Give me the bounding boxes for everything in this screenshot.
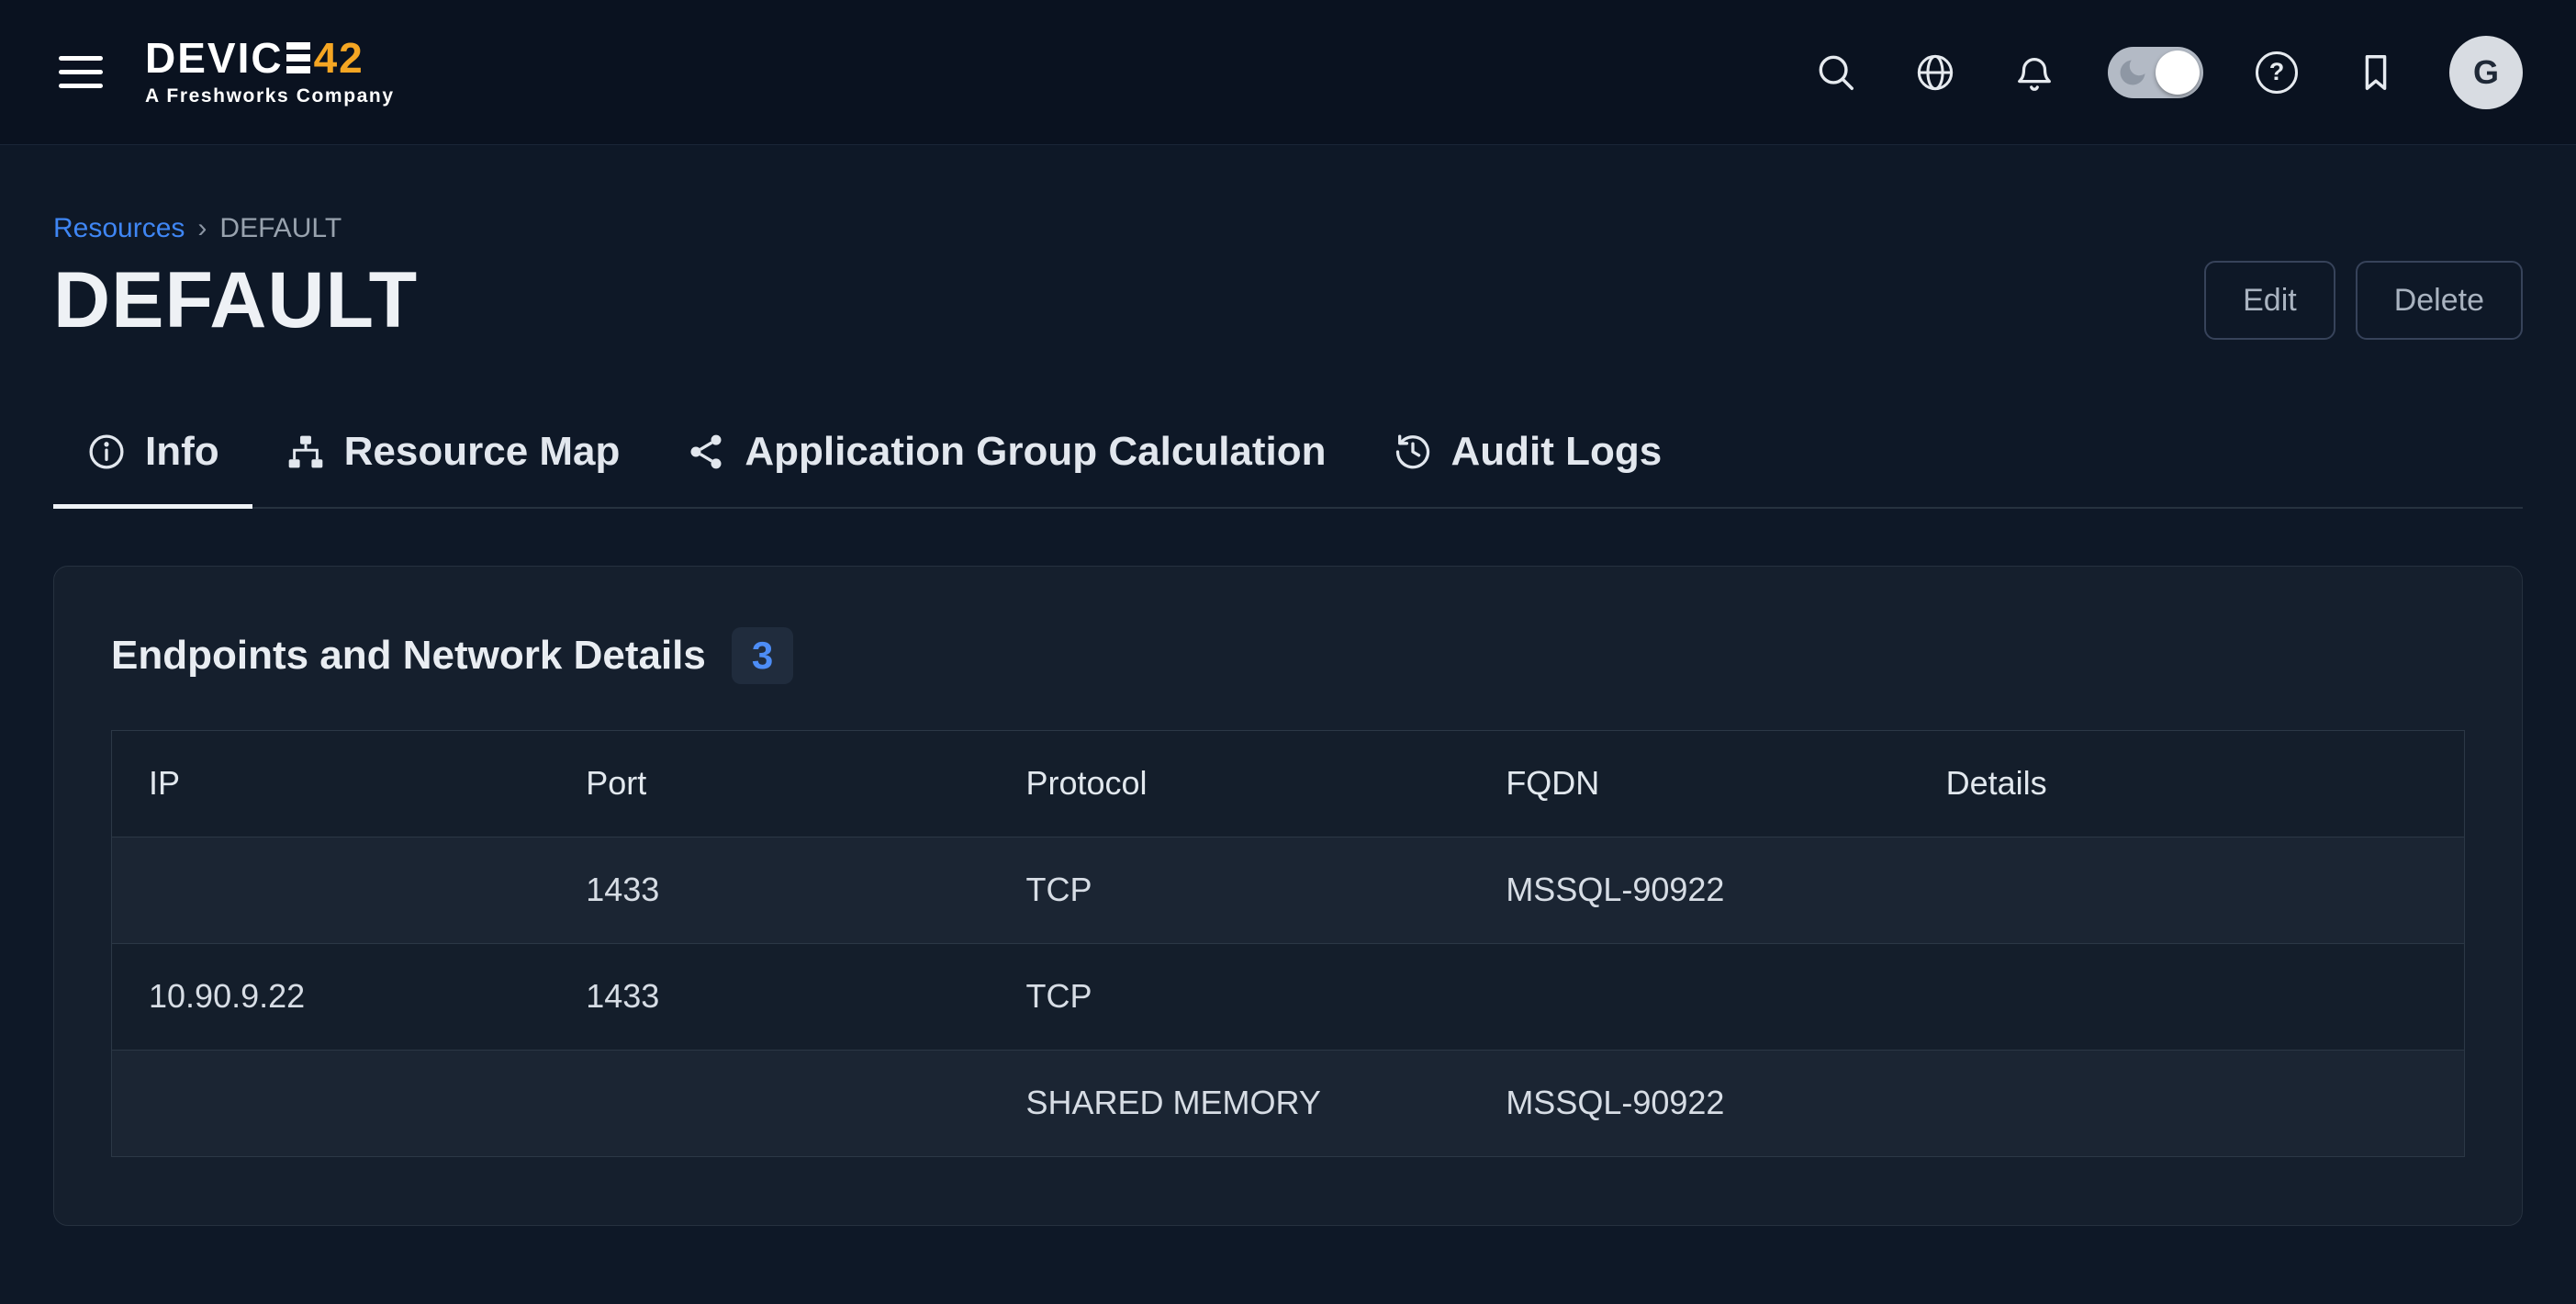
table-row: 1433 TCP MSSQL-90922 xyxy=(112,837,2465,943)
cell-ip: 10.90.9.22 xyxy=(112,943,550,1050)
delete-button[interactable]: Delete xyxy=(2356,261,2523,340)
tabs: Info Resource Map xyxy=(53,405,2523,509)
tab-label: Info xyxy=(145,429,219,475)
cell-fqdn xyxy=(1469,943,1909,1050)
cell-protocol: SHARED MEMORY xyxy=(989,1050,1469,1156)
column-header-protocol: Protocol xyxy=(989,730,1469,837)
page-title: DEFAULT xyxy=(53,257,418,344)
help-icon[interactable]: ? xyxy=(2251,47,2302,98)
cell-fqdn: MSSQL-90922 xyxy=(1469,1050,1909,1156)
breadcrumb-link-resources[interactable]: Resources xyxy=(53,213,185,244)
share-nodes-icon xyxy=(686,432,726,472)
brand-logo[interactable]: DEVIC 42 A Freshworks Company xyxy=(145,37,395,107)
topbar-left: DEVIC 42 A Freshworks Company xyxy=(53,37,395,107)
breadcrumb-separator: › xyxy=(197,213,207,244)
tab-resource-map[interactable]: Resource Map xyxy=(252,405,654,509)
help-glyph: ? xyxy=(2256,51,2298,94)
cell-port: 1433 xyxy=(549,943,989,1050)
bookmark-icon[interactable] xyxy=(2350,47,2402,98)
main-content: Resources › DEFAULT DEFAULT Edit Delete xyxy=(0,213,2576,1226)
table-row: SHARED MEMORY MSSQL-90922 xyxy=(112,1050,2465,1156)
breadcrumb: Resources › DEFAULT xyxy=(53,213,2523,244)
brand-text-accent: 42 xyxy=(314,37,364,79)
card-title: Endpoints and Network Details xyxy=(111,633,706,679)
endpoints-count-badge: 3 xyxy=(732,627,793,684)
breadcrumb-current: DEFAULT xyxy=(219,213,342,244)
cell-details xyxy=(1910,1050,2465,1156)
topbar: DEVIC 42 A Freshworks Company xyxy=(0,0,2576,145)
column-header-ip: IP xyxy=(112,730,550,837)
brand-wordmark: DEVIC 42 xyxy=(145,37,395,79)
tab-label: Resource Map xyxy=(344,429,621,475)
avatar[interactable]: G xyxy=(2449,36,2523,109)
title-actions: Edit Delete xyxy=(2204,261,2523,340)
toggle-knob xyxy=(2156,51,2200,95)
tab-label: Audit Logs xyxy=(1451,429,1663,475)
table-row: 10.90.9.22 1433 TCP xyxy=(112,943,2465,1050)
column-header-details: Details xyxy=(1910,730,2465,837)
cell-protocol: TCP xyxy=(989,943,1469,1050)
cell-ip xyxy=(112,1050,550,1156)
brand-stylized-e-icon xyxy=(286,42,310,73)
info-icon xyxy=(86,432,127,472)
endpoints-table: IP Port Protocol FQDN Details 1433 TCP M… xyxy=(111,730,2465,1157)
theme-toggle[interactable] xyxy=(2108,47,2203,98)
topbar-right: ? G xyxy=(1810,36,2523,109)
globe-icon[interactable] xyxy=(1910,47,1961,98)
tab-application-group-calculation[interactable]: Application Group Calculation xyxy=(653,405,1359,509)
bell-icon[interactable] xyxy=(2009,47,2060,98)
edit-button[interactable]: Edit xyxy=(2204,261,2335,340)
cell-fqdn: MSSQL-90922 xyxy=(1469,837,1909,943)
brand-text-primary: DEVIC xyxy=(145,37,284,79)
cell-details xyxy=(1910,837,2465,943)
card-header: Endpoints and Network Details 3 xyxy=(111,627,2465,684)
app-root: DEVIC 42 A Freshworks Company xyxy=(0,0,2576,1226)
column-header-fqdn: FQDN xyxy=(1469,730,1909,837)
moon-icon xyxy=(2116,56,2149,89)
tab-audit-logs[interactable]: Audit Logs xyxy=(1360,405,1696,509)
sitemap-icon xyxy=(286,432,326,472)
table-header-row: IP Port Protocol FQDN Details xyxy=(112,730,2465,837)
column-header-port: Port xyxy=(549,730,989,837)
tab-label: Application Group Calculation xyxy=(745,429,1326,475)
cell-protocol: TCP xyxy=(989,837,1469,943)
cell-details xyxy=(1910,943,2465,1050)
endpoints-card: Endpoints and Network Details 3 IP Port … xyxy=(53,566,2523,1226)
hamburger-menu-icon[interactable] xyxy=(53,51,108,94)
title-row: DEFAULT Edit Delete xyxy=(53,257,2523,344)
brand-tagline: A Freshworks Company xyxy=(145,85,395,107)
history-icon xyxy=(1393,432,1433,472)
search-icon[interactable] xyxy=(1810,47,1862,98)
cell-ip xyxy=(112,837,550,943)
tab-info[interactable]: Info xyxy=(53,405,252,509)
cell-port xyxy=(549,1050,989,1156)
cell-port: 1433 xyxy=(549,837,989,943)
